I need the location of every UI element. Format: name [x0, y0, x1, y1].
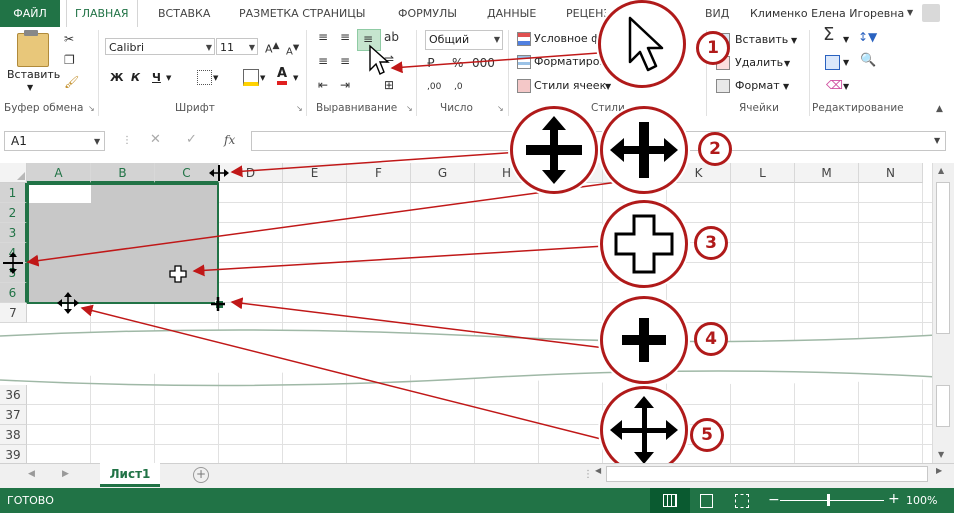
normal-view-icon	[663, 494, 677, 507]
callout-number-5: 5	[690, 418, 724, 452]
status-ready: ГОТОВО	[7, 494, 54, 507]
big-row-resize-icon	[526, 116, 582, 184]
page-break-view-icon[interactable]	[735, 494, 749, 508]
zoom-out-icon[interactable]: −	[768, 492, 780, 508]
sheet-tab-1[interactable]: Лист1	[100, 463, 160, 487]
big-fill-cross-icon	[622, 318, 666, 362]
prev-sheet-icon[interactable]: ◀	[28, 469, 35, 479]
next-sheet-icon[interactable]: ▶	[62, 469, 69, 479]
callout-arrows	[26, 49, 641, 441]
callout-number-1: 1	[696, 31, 730, 65]
scroll-thumb-lower[interactable]	[936, 385, 950, 427]
page-layout-view-icon[interactable]	[700, 494, 713, 508]
zoom-level[interactable]: 100%	[906, 494, 937, 507]
tab-split-icon[interactable]: ⋮	[583, 469, 593, 480]
scroll-down-icon[interactable]: ▼	[938, 450, 944, 459]
big-arrow-pointer-icon	[628, 16, 664, 72]
big-select-cross-icon	[614, 214, 674, 274]
scroll-up-icon[interactable]: ▲	[938, 166, 944, 175]
big-move-icon	[610, 396, 678, 464]
scroll-left-icon[interactable]: ◀	[595, 466, 601, 475]
callout-number-4: 4	[694, 322, 728, 356]
horizontal-scrollbar[interactable]	[606, 466, 928, 482]
zoom-slider-thumb[interactable]	[827, 494, 830, 506]
zoom-in-icon[interactable]: +	[888, 491, 900, 507]
big-column-resize-icon	[610, 122, 678, 178]
callout-number-2: 2	[698, 132, 732, 166]
add-sheet-icon[interactable]: +	[193, 467, 209, 483]
zoom-slider[interactable]	[780, 500, 884, 501]
scroll-thumb-upper[interactable]	[936, 182, 950, 334]
scroll-right-icon[interactable]: ▶	[936, 466, 942, 475]
callout-number-3: 3	[694, 226, 728, 260]
